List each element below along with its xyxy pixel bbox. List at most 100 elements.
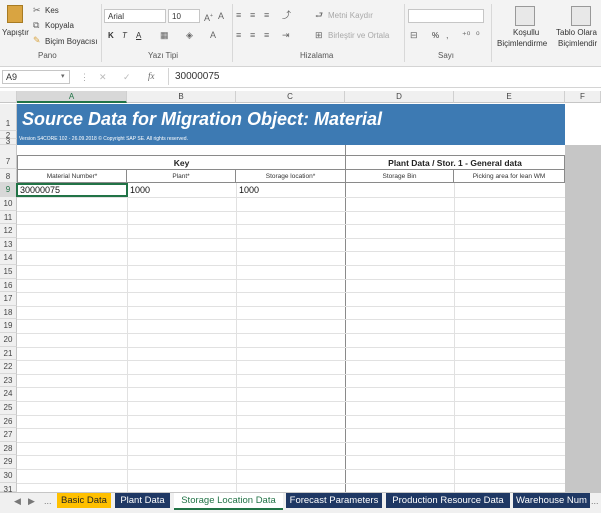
row-header[interactable]: 10 [0, 197, 17, 211]
align-left-icon[interactable]: ≡ [236, 30, 241, 40]
wrap-text-button[interactable]: Metni Kaydır [328, 11, 373, 20]
paste-button[interactable]: Yapıştır [2, 28, 29, 37]
column-header-e[interactable]: E [454, 91, 565, 103]
align-right-icon[interactable]: ≡ [264, 30, 269, 40]
percent-button[interactable]: % [432, 31, 439, 40]
field-header-picking-area[interactable]: Picking area for lean WM [454, 169, 565, 183]
row-header[interactable]: 13 [0, 238, 17, 251]
merge-center-button[interactable]: Birleştir ve Ortala [328, 31, 389, 40]
row-header[interactable]: 31 [0, 483, 17, 492]
tab-scroll-left-icon[interactable]: ◀ [14, 496, 21, 507]
gridline [236, 183, 237, 492]
tab-plant-data[interactable]: Plant Data [115, 493, 170, 508]
align-bottom-icon[interactable]: ≡ [264, 10, 269, 20]
row-header[interactable]: 14 [0, 251, 17, 265]
format-as-table-label[interactable]: Tablo Olara [556, 28, 597, 37]
row-header[interactable]: 8 [0, 169, 17, 183]
orientation-icon[interactable]: ⤴ [282, 10, 291, 20]
cell-c9-storage-location[interactable]: 1000 [237, 183, 345, 197]
font-name-select[interactable]: Arial [104, 9, 166, 23]
column-header-a[interactable]: A [17, 91, 127, 103]
accounting-format-icon[interactable]: ⊟ [410, 30, 418, 40]
row-header[interactable]: 15 [0, 265, 17, 279]
row-header[interactable]: 17 [0, 292, 17, 306]
underline-button[interactable]: A [136, 31, 141, 40]
tab-storage-location-data[interactable]: Storage Location Data [174, 493, 283, 510]
column-header-f[interactable]: F [565, 91, 601, 103]
conditional-formatting-label-2[interactable]: Biçimlendirme [497, 39, 547, 48]
field-header-plant[interactable]: Plant* [127, 169, 236, 183]
column-header-c[interactable]: C [236, 91, 345, 103]
format-painter-button[interactable]: Biçim Boyacısı [45, 37, 97, 46]
row-header[interactable]: 18 [0, 306, 17, 319]
tab-forecast-parameters[interactable]: Forecast Parameters [286, 493, 382, 508]
row-header[interactable]: 26 [0, 415, 17, 428]
field-header-storage-location[interactable]: Storage location* [236, 169, 346, 183]
row-header[interactable]: 24 [0, 387, 17, 401]
align-top-icon[interactable]: ≡ [236, 10, 241, 20]
tab-production-resource-data[interactable]: Production Resource Data [386, 493, 510, 508]
italic-button[interactable]: T [122, 31, 127, 40]
font-size-select[interactable]: 10 [168, 9, 200, 23]
indent-icon[interactable]: ⇥ [282, 30, 290, 40]
decimal-increase-icon[interactable]: ⁺⁰ [462, 30, 470, 40]
grow-font-icon[interactable]: A+ [204, 11, 213, 23]
formula-input[interactable]: 30000075 [168, 68, 598, 85]
row-header[interactable]: 7 [0, 145, 17, 169]
row-header[interactable]: 22 [0, 360, 17, 374]
tab-scroll-right-icon[interactable]: ▶ [28, 496, 35, 507]
unused-area [565, 145, 601, 492]
select-all-corner[interactable] [0, 91, 17, 103]
tab-warehouse-number[interactable]: Warehouse Num [513, 493, 590, 508]
paste-icon[interactable] [7, 5, 23, 23]
insert-function-icon[interactable]: fx [148, 71, 155, 81]
shrink-font-icon[interactable]: A [218, 11, 224, 21]
row-header[interactable]: 21 [0, 347, 17, 360]
row-header[interactable]: 9 [0, 183, 17, 197]
row-header[interactable]: 16 [0, 279, 17, 292]
decimal-decrease-icon[interactable]: ⁰ [476, 30, 480, 40]
cell-b9-plant[interactable]: 1000 [128, 183, 236, 197]
number-group-label: Sayı [438, 51, 455, 60]
tab-basic-data[interactable]: Basic Data [57, 493, 111, 508]
cancel-icon[interactable]: ✕ [99, 72, 107, 82]
comma-style-icon[interactable]: , [446, 30, 449, 40]
bold-button[interactable]: K [108, 31, 114, 40]
column-header-b[interactable]: B [127, 91, 236, 103]
copy-button[interactable]: Kopyala [45, 21, 74, 30]
row-header[interactable]: 11 [0, 211, 17, 224]
tab-more-left[interactable]: ... [44, 496, 52, 506]
row-header[interactable]: 25 [0, 401, 17, 415]
copy-icon: ⧉ [33, 20, 40, 30]
fill-color-icon[interactable]: ◈ [186, 30, 193, 40]
align-center-icon[interactable]: ≡ [250, 30, 255, 40]
row-header[interactable]: 29 [0, 455, 17, 469]
borders-icon[interactable]: ▦ [160, 30, 169, 40]
enter-icon[interactable]: ✓ [123, 72, 131, 82]
cell-a9-material-number[interactable]: 30000075 [16, 183, 128, 197]
gridline [17, 319, 565, 320]
row-header[interactable]: 28 [0, 442, 17, 455]
align-middle-icon[interactable]: ≡ [250, 10, 255, 20]
name-box-dropdown-icon[interactable]: ▾ [61, 72, 65, 82]
row-header[interactable]: 20 [0, 333, 17, 347]
row-header[interactable]: 30 [0, 469, 17, 483]
gridline [17, 306, 565, 307]
field-header-material-number[interactable]: Material Number* [17, 169, 127, 183]
row-header[interactable]: 23 [0, 374, 17, 387]
row-header[interactable]: 1 [0, 104, 17, 131]
column-header-d[interactable]: D [345, 91, 454, 103]
conditional-formatting-label[interactable]: Koşullu [513, 28, 539, 37]
row-header[interactable]: 12 [0, 224, 17, 238]
number-format-select[interactable] [408, 9, 484, 23]
field-header-storage-bin[interactable]: Storage Bin [346, 169, 454, 183]
tab-more-right[interactable]: ... [591, 496, 599, 506]
row-header[interactable]: 19 [0, 319, 17, 333]
name-box[interactable]: A9 [2, 70, 70, 84]
format-as-table-label-2[interactable]: Biçimlendir [558, 39, 597, 48]
cut-button[interactable]: Kes [45, 6, 59, 15]
worksheet-grid[interactable]: A B C D E F 1 2 3 7 8 9 10 11 12 13 14 1… [0, 91, 601, 492]
ribbon: Yapıştır ✂ Kes ⧉ Kopyala ✎ Biçim Boyacıs… [0, 0, 601, 67]
row-header[interactable]: 27 [0, 428, 17, 442]
font-color-icon[interactable]: A [210, 30, 216, 40]
